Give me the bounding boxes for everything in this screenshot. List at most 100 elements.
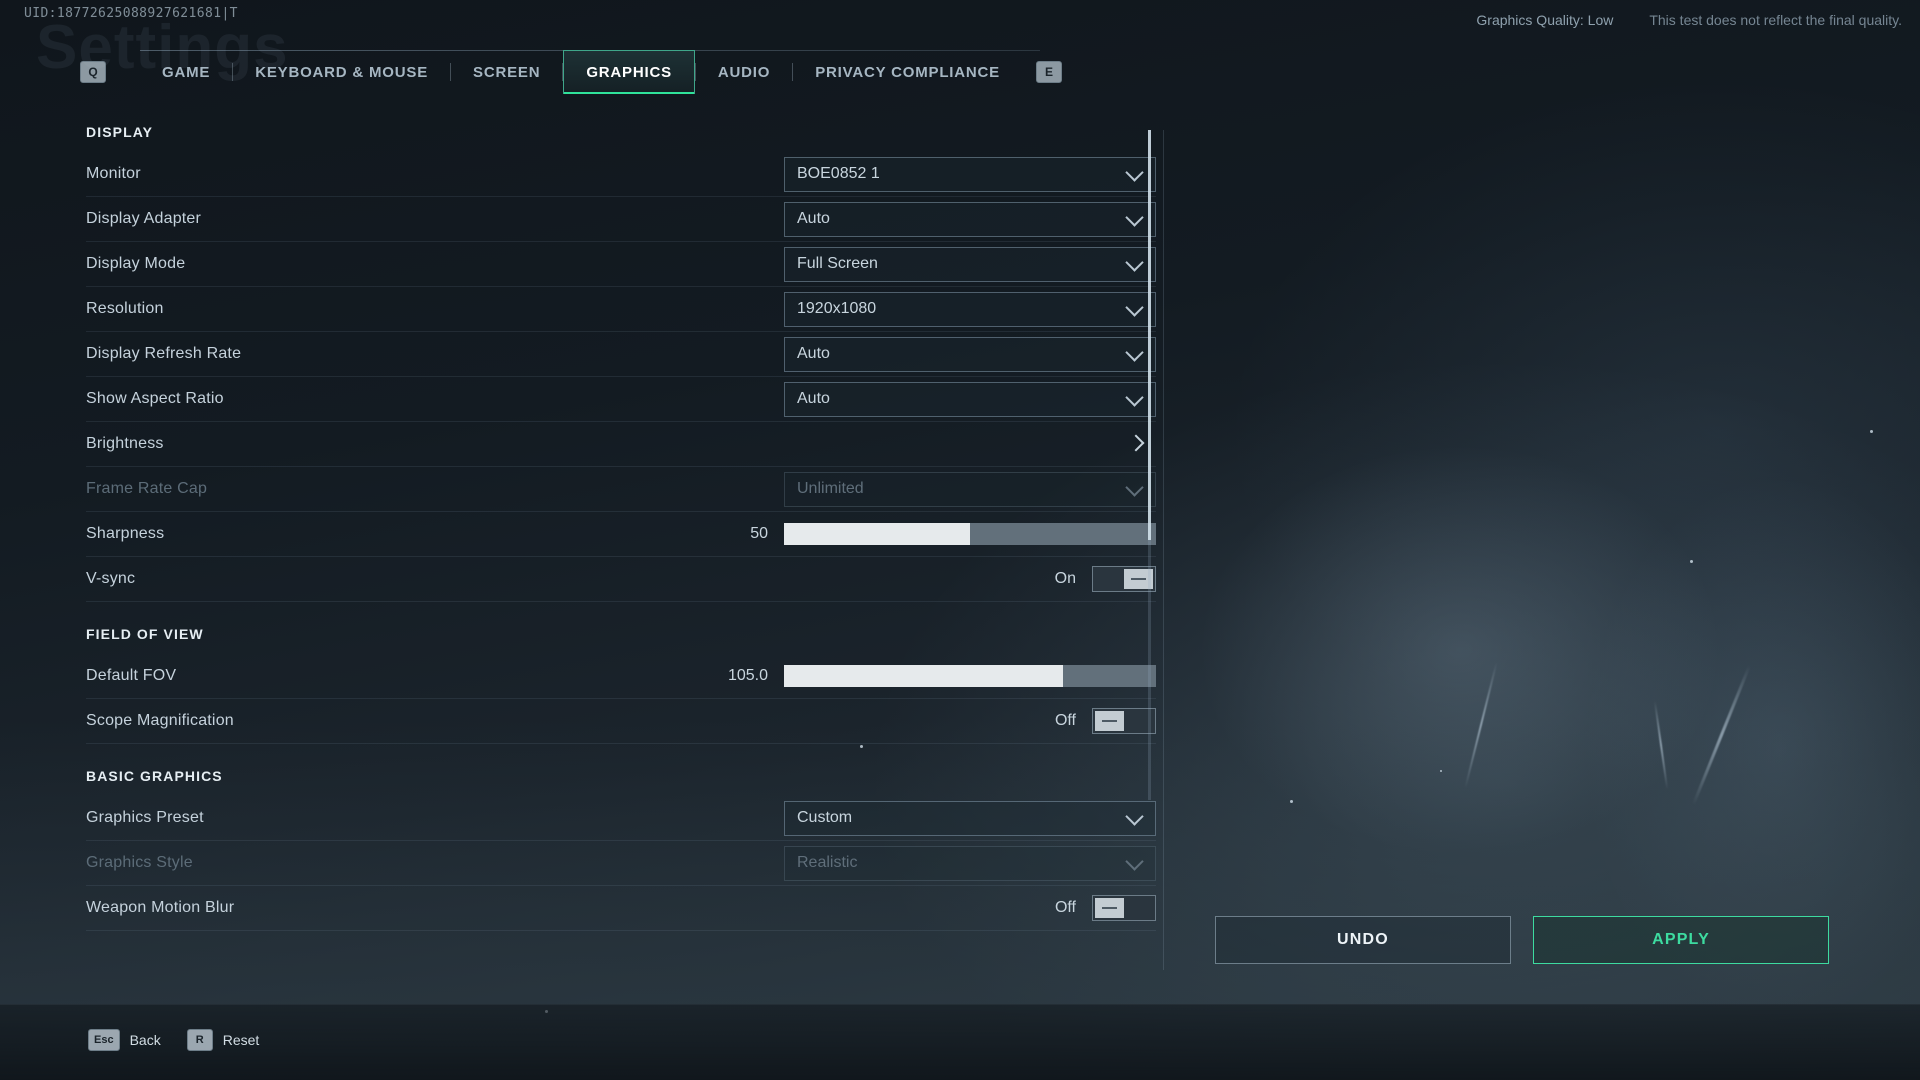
dropdown-value: Auto — [797, 390, 830, 407]
setting-label: Scope Magnification — [86, 712, 234, 729]
setting-row-sharpness[interactable]: Sharpness 50 — [86, 512, 1156, 557]
background-particle — [1440, 770, 1442, 772]
slider-value: 105.0 — [727, 667, 768, 684]
setting-row-show-aspect-ratio[interactable]: Show Aspect Ratio Auto — [86, 377, 1156, 422]
toggle-switch[interactable] — [1092, 895, 1156, 921]
submenu-brightness[interactable] — [784, 427, 1156, 462]
setting-row-frame-rate-cap: Frame Rate Cap Unlimited — [86, 467, 1156, 512]
setting-label: Graphics Preset — [86, 809, 204, 826]
top-status-bar: Graphics Quality: Low This test does not… — [1476, 12, 1902, 28]
slider-value: 50 — [750, 525, 768, 542]
chevron-right-icon — [1127, 434, 1145, 452]
dropdown-display-adapter[interactable]: Auto — [784, 201, 1156, 237]
panel-divider — [1163, 130, 1164, 970]
setting-row-v-sync[interactable]: V-sync On — [86, 557, 1156, 602]
setting-label: Graphics Style — [86, 854, 193, 871]
footer-action-reset[interactable]: R Reset — [186, 1029, 259, 1051]
setting-row-display-adapter[interactable]: Display Adapter Auto — [86, 197, 1156, 242]
dropdown-value: 1920x1080 — [797, 300, 877, 317]
setting-row-monitor[interactable]: Monitor BOE0852 1 — [86, 152, 1156, 197]
dropdown-graphics-style: Realistic — [784, 845, 1156, 881]
chevron-down-icon — [1125, 807, 1144, 826]
toggle-switch[interactable] — [1092, 708, 1156, 734]
dropdown-graphics-preset[interactable]: Custom — [784, 800, 1156, 836]
chevron-down-icon — [1125, 478, 1144, 497]
chevron-down-icon — [1125, 298, 1144, 317]
dropdown-value: Full Screen — [797, 255, 878, 272]
quality-disclaimer: This test does not reflect the final qua… — [1649, 12, 1902, 28]
slider-control-default-fov[interactable]: 105.0 — [712, 665, 1156, 687]
settings-panel: DISPLAY Monitor BOE0852 1 Display Adapter Au… — [0, 112, 1165, 982]
tab-screen[interactable]: SCREEN — [451, 50, 562, 94]
chevron-down-icon — [1125, 343, 1144, 362]
setting-label: Resolution — [86, 300, 164, 317]
dropdown-monitor[interactable]: BOE0852 1 — [784, 156, 1156, 192]
dropdown-display-refresh-rate[interactable]: Auto — [784, 336, 1156, 372]
dropdown-value: Realistic — [797, 854, 858, 871]
setting-label: Sharpness — [86, 525, 165, 542]
next-tab-key[interactable]: E — [1035, 61, 1062, 83]
footer-action-back[interactable]: Esc Back — [88, 1029, 161, 1051]
setting-label: Monitor — [86, 165, 141, 182]
action-buttons: UNDO APPLY — [1215, 916, 1829, 964]
background-particle — [1290, 800, 1293, 803]
scrollbar-track[interactable] — [1148, 130, 1151, 800]
tab-keyboard-mouse[interactable]: KEYBOARD & MOUSE — [233, 50, 450, 94]
dropdown-value: Auto — [797, 345, 830, 362]
tab-audio[interactable]: AUDIO — [696, 50, 792, 94]
setting-row-display-refresh-rate[interactable]: Display Refresh Rate Auto — [86, 332, 1156, 377]
apply-button[interactable]: APPLY — [1533, 916, 1829, 964]
footer-key-hints: Esc Back R Reset — [0, 1005, 1920, 1051]
chevron-down-icon — [1125, 208, 1144, 227]
tab-list: GAME KEYBOARD & MOUSE SCREEN GRAPHICS AUDIO P… — [140, 50, 1022, 94]
dropdown-value: BOE0852 1 — [797, 165, 880, 182]
prev-tab-key[interactable]: Q — [80, 61, 106, 83]
slider-fill — [784, 523, 970, 545]
setting-label: Display Refresh Rate — [86, 345, 242, 362]
slider-track[interactable] — [784, 523, 1156, 545]
background-particle — [1870, 430, 1873, 433]
setting-row-resolution[interactable]: Resolution 1920x1080 — [86, 287, 1156, 332]
dropdown-value: Custom — [797, 809, 853, 826]
setting-row-scope-magnification[interactable]: Scope Magnification Off — [86, 699, 1156, 744]
toggle-control-scope-magnification[interactable]: Off — [1036, 708, 1156, 734]
section-title-field-of-view: FIELD OF VIEW — [86, 626, 204, 642]
setting-row-weapon-motion-blur[interactable]: Weapon Motion Blur Off — [86, 886, 1156, 931]
settings-list: DISPLAY Monitor BOE0852 1 Display Adapter Au… — [0, 112, 1165, 931]
tab-privacy-compliance[interactable]: PRIVACY COMPLIANCE — [793, 50, 1022, 94]
setting-row-brightness[interactable]: Brightness — [86, 422, 1156, 467]
background-streak — [1653, 700, 1669, 790]
section-title-basic-graphics: BASIC GRAPHICS — [86, 768, 223, 784]
background-streak — [1692, 664, 1751, 806]
keycap: R — [186, 1029, 213, 1051]
uid-text: UID:18772625088927621681|T — [24, 6, 238, 21]
setting-row-default-fov[interactable]: Default FOV 105.0 — [86, 654, 1156, 699]
dropdown-resolution[interactable]: 1920x1080 — [784, 291, 1156, 327]
toggle-control-v-sync[interactable]: On — [1036, 566, 1156, 592]
slider-control-sharpness[interactable]: 50 — [712, 523, 1156, 545]
toggle-knob — [1095, 711, 1124, 731]
dropdown-show-aspect-ratio[interactable]: Auto — [784, 381, 1156, 417]
setting-label: V-sync — [86, 570, 136, 587]
toggle-state-label: Off — [1054, 899, 1076, 916]
setting-label: Display Adapter — [86, 210, 202, 227]
toggle-state-label: Off — [1054, 712, 1076, 729]
setting-row-graphics-style: Graphics Style Realistic — [86, 841, 1156, 886]
undo-button[interactable]: UNDO — [1215, 916, 1511, 964]
setting-label: Show Aspect Ratio — [86, 390, 224, 407]
slider-track[interactable] — [784, 665, 1156, 687]
keycap: Esc — [88, 1029, 120, 1051]
toggle-switch[interactable] — [1092, 566, 1156, 592]
setting-label: Display Mode — [86, 255, 186, 272]
scrollbar-thumb[interactable] — [1148, 130, 1151, 540]
setting-row-display-mode[interactable]: Display Mode Full Screen — [86, 242, 1156, 287]
setting-row-graphics-preset[interactable]: Graphics Preset Custom — [86, 796, 1156, 841]
dropdown-display-mode[interactable]: Full Screen — [784, 246, 1156, 282]
chevron-down-icon — [1125, 253, 1144, 272]
background-particle — [1690, 560, 1693, 563]
tab-graphics[interactable]: GRAPHICS — [563, 50, 695, 94]
background-streak — [1464, 661, 1498, 789]
tab-game[interactable]: GAME — [140, 50, 232, 94]
toggle-control-weapon-motion-blur[interactable]: Off — [1036, 895, 1156, 921]
toggle-knob — [1095, 898, 1124, 918]
